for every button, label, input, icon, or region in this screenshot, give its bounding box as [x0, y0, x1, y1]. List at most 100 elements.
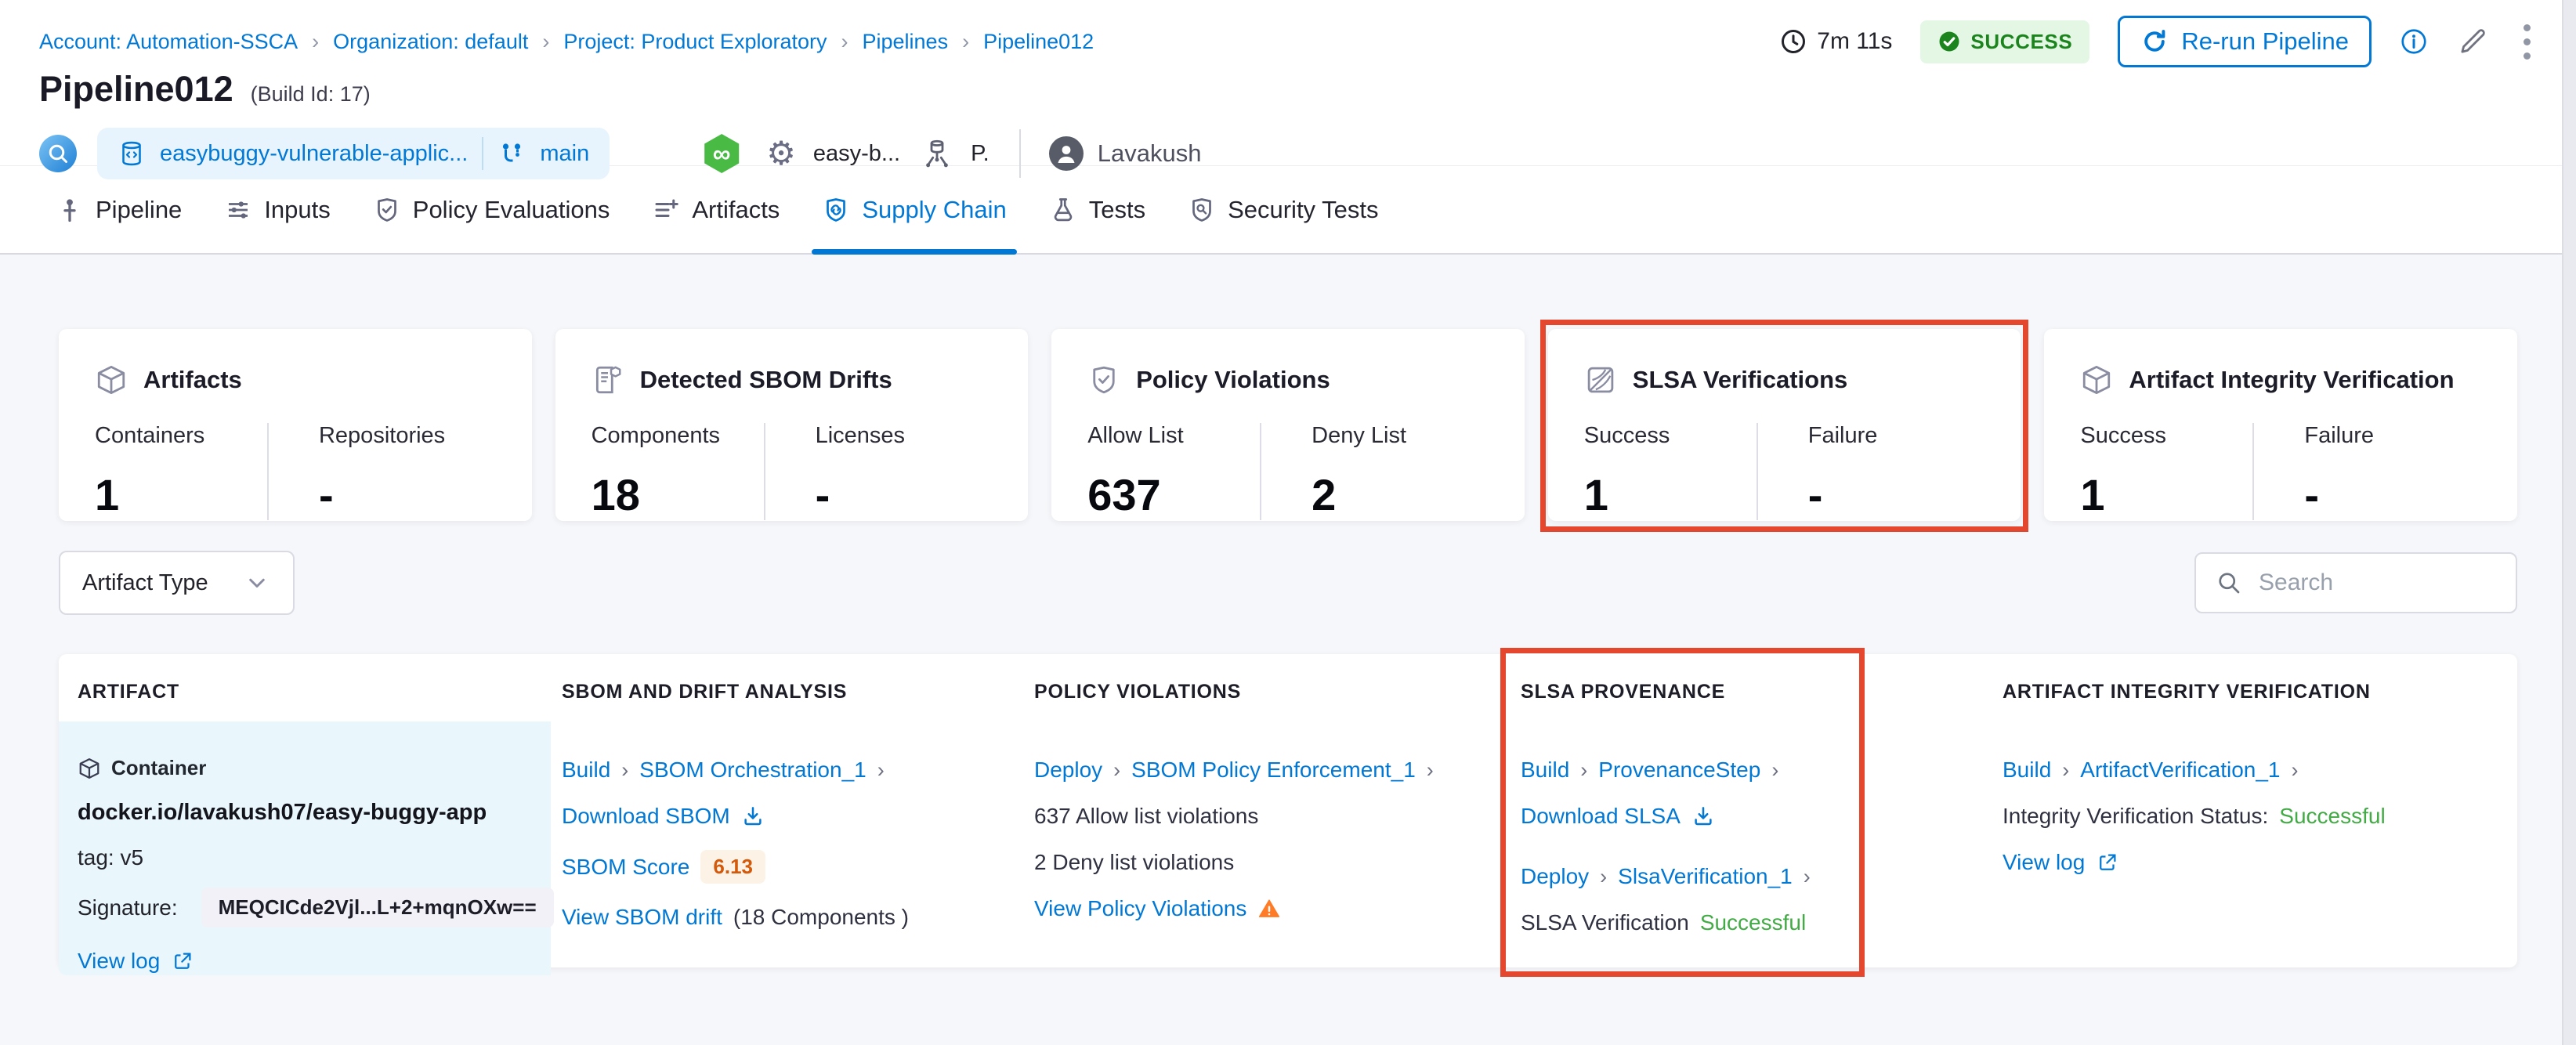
sbom-cell: Build SBOM Orchestration_1 Download SBOM…: [562, 721, 1034, 975]
stat-label: Licenses: [815, 423, 906, 448]
divider: [482, 137, 484, 170]
card-title: Artifact Integrity Verification: [2129, 366, 2455, 393]
filter-row: Artifact Type: [59, 551, 2517, 615]
artifact-image-name: docker.io/lavakush07/easy-buggy-app: [78, 800, 487, 825]
tab-tests[interactable]: Tests: [1028, 166, 1167, 253]
more-options-button[interactable]: [2517, 21, 2537, 63]
artifact-type-dropdown[interactable]: Artifact Type: [59, 551, 295, 615]
stage-link[interactable]: Build: [1521, 758, 1569, 783]
view-log-link[interactable]: View log: [2003, 850, 2085, 875]
person-icon: [1058, 146, 1075, 163]
artifact-signature-row: Signature: MEQCICde2Vjl...L+2+mqnOXw==: [78, 888, 554, 927]
tab-inputs[interactable]: Inputs: [203, 166, 351, 253]
card-sbom-drifts: Detected SBOM Drifts Components 18 Licens…: [555, 329, 1029, 521]
integrity-view-log[interactable]: View log: [2003, 850, 2517, 875]
slsa-verification-breadcrumb: Deploy SlsaVerification_1: [1521, 864, 2003, 889]
download-sbom-link[interactable]: Download SBOM: [562, 804, 730, 829]
breadcrumb-pipelines[interactable]: Pipelines: [863, 30, 949, 54]
clock-icon: [1782, 30, 1806, 53]
download-sbom[interactable]: Download SBOM: [562, 804, 1034, 829]
sliders-icon: [229, 201, 248, 219]
breadcrumb-project[interactable]: Project: Product Exploratory: [563, 30, 827, 54]
duration-text: 7m 11s: [1817, 28, 1893, 54]
flask-icon: [1054, 197, 1072, 221]
artifacts-icon: [655, 199, 679, 217]
step-link[interactable]: ProvenanceStep: [1598, 758, 1760, 783]
view-policy-violations-link[interactable]: View Policy Violations: [1034, 896, 1246, 921]
trigger-secondary: P.: [971, 140, 990, 166]
branch-name[interactable]: main: [540, 141, 589, 167]
vertical-scrollbar[interactable]: [2562, 0, 2576, 1045]
drift-component-count: (18 Components ): [733, 905, 909, 929]
artifact-view-log[interactable]: View log: [78, 949, 527, 974]
table-row: Container docker.io/lavakush07/easy-bugg…: [59, 721, 2517, 975]
stat-label: Failure: [2304, 423, 2375, 448]
artifact-type-badge: Container: [78, 756, 527, 780]
sbom-score-link[interactable]: SBOM Score: [562, 855, 689, 880]
summary-cards: Artifacts Containers 1 Repositories - Dete…: [59, 320, 2517, 532]
tab-label: Security Tests: [1228, 195, 1379, 223]
card-slsa-verifications: SLSA Verifications Success 1 Failure -: [1539, 320, 2028, 532]
policy-step-breadcrumb: Deploy SBOM Policy Enforcement_1: [1034, 758, 1521, 783]
step-link[interactable]: SBOM Orchestration_1: [639, 758, 866, 783]
tab-security-tests[interactable]: Security Tests: [1167, 166, 1399, 253]
table-header-row: ARTIFACT SBOM AND DRIFT ANALYSIS POLICY …: [59, 654, 2517, 721]
column-header-integrity: ARTIFACT INTEGRITY VERIFICATION: [2003, 680, 2371, 703]
external-link-icon: [175, 953, 191, 969]
rerun-pipeline-label: Re-run Pipeline: [2181, 27, 2349, 55]
artifacts-table: ARTIFACT SBOM AND DRIFT ANALYSIS POLICY …: [59, 648, 2517, 977]
allow-list-violations: 637 Allow list violations: [1034, 804, 1259, 828]
stage-link[interactable]: Deploy: [1521, 864, 1589, 889]
search-box: [2194, 552, 2517, 613]
status-label: Integrity Verification Status:: [2003, 804, 2269, 828]
view-policy-violations[interactable]: View Policy Violations: [1034, 896, 1521, 921]
view-sbom-drift-link[interactable]: View SBOM drift: [562, 905, 722, 930]
stat-label: Failure: [1807, 423, 1878, 448]
top-controls: 7m 11s SUCCESS Re-run Pipeline: [1779, 16, 2537, 67]
container-icon: [79, 758, 99, 779]
breadcrumb-organization[interactable]: Organization: default: [333, 30, 528, 54]
artifact-cell: Container docker.io/lavakush07/easy-bugg…: [59, 721, 554, 975]
stage-link[interactable]: Build: [562, 758, 610, 783]
search-input[interactable]: [2257, 569, 2497, 597]
signature-value[interactable]: MEQCICde2Vjl...L+2+mqnOXw==: [201, 888, 554, 927]
chevron-right-icon: [962, 30, 969, 54]
chevron-right-icon: [2292, 758, 2299, 783]
edit-pipeline-button[interactable]: [2456, 25, 2489, 58]
stage-link[interactable]: Build: [2003, 758, 2051, 783]
column-header-policy: POLICY VIOLATIONS: [1034, 680, 1242, 703]
chevron-right-icon: [1113, 758, 1120, 783]
stat-label: Containers: [95, 423, 205, 448]
card-title: SLSA Verifications: [1632, 366, 1848, 393]
chevron-right-icon: [841, 30, 848, 54]
view-log-link[interactable]: View log: [78, 949, 160, 974]
rerun-pipeline-button[interactable]: Re-run Pipeline: [2118, 16, 2372, 67]
breadcrumb: Account: Automation-SSCA Organization: d…: [39, 30, 1094, 54]
tab-pipeline[interactable]: Pipeline: [34, 166, 203, 253]
stat-value: -: [1807, 470, 1823, 519]
tab-label: Artifacts: [692, 195, 780, 223]
sbom-document-icon: [595, 366, 621, 394]
download-slsa[interactable]: Download SLSA: [1521, 804, 2003, 829]
tab-policy-evaluations[interactable]: Policy Evaluations: [352, 166, 631, 253]
tab-label: Supply Chain: [862, 195, 1007, 223]
tab-supply-chain[interactable]: Supply Chain: [801, 166, 1027, 255]
shield-magnifier-icon: [1192, 197, 1211, 222]
download-slsa-link[interactable]: Download SLSA: [1521, 804, 1681, 829]
step-link[interactable]: SlsaVerification_1: [1618, 864, 1793, 889]
stage-link[interactable]: Deploy: [1034, 758, 1102, 783]
breadcrumb-account[interactable]: Account: Automation-SSCA: [39, 30, 298, 54]
info-button[interactable]: [2400, 27, 2428, 56]
repo-name[interactable]: easybuggy-vulnerable-applic...: [160, 141, 468, 167]
step-link[interactable]: SBOM Policy Enforcement_1: [1131, 758, 1416, 783]
title-row: Pipeline012 (Build Id: 17): [39, 69, 2537, 110]
stat-value: 18: [591, 470, 640, 519]
sbom-score-badge: 6.13: [700, 850, 765, 884]
column-header-sbom: SBOM AND DRIFT ANALYSIS: [562, 680, 848, 703]
tab-artifacts[interactable]: Artifacts: [631, 166, 801, 253]
sbom-drift-row: View SBOM drift (18 Components ): [562, 905, 1034, 930]
step-link[interactable]: ArtifactVerification_1: [2080, 758, 2280, 783]
breadcrumb-pipeline012[interactable]: Pipeline012: [983, 30, 1094, 54]
supply-chain-content: Artifacts Containers 1 Repositories - Dete…: [0, 255, 2576, 977]
info-icon: [2401, 29, 2426, 54]
